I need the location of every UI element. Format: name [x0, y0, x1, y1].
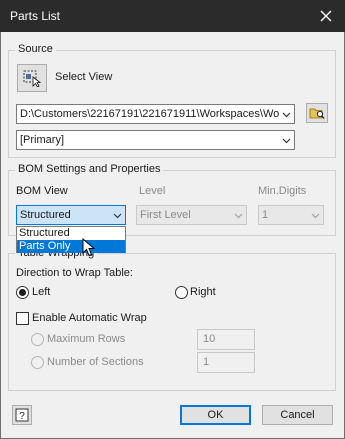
- browse-button[interactable]: [306, 103, 328, 123]
- source-group-label: Source: [15, 43, 56, 55]
- chevron-down-icon: [234, 213, 243, 219]
- wrap-right-radio[interactable]: [175, 286, 188, 299]
- cancel-button-label: Cancel: [280, 409, 315, 421]
- select-view-label: Select View: [55, 71, 113, 83]
- path-value: D:\Customers\22167191\221671911\Workspac…: [20, 108, 280, 120]
- level-value: First Level: [140, 209, 191, 221]
- ok-button-label: OK: [207, 409, 224, 421]
- select-view-button[interactable]: [17, 64, 47, 92]
- sections-radio[interactable]: [31, 356, 44, 369]
- chevron-down-icon: [311, 213, 320, 219]
- ok-button[interactable]: OK: [180, 405, 251, 425]
- bom-view-dropdown[interactable]: Structured: [16, 205, 126, 225]
- bom-view-option-parts-only[interactable]: Parts Only: [17, 240, 125, 253]
- sections-label: Number of Sections: [47, 356, 144, 368]
- title-bar: Parts List: [0, 0, 345, 32]
- window-title: Parts List: [10, 9, 61, 23]
- help-button[interactable]: ?: [12, 405, 32, 425]
- bom-settings-group-label: BOM Settings and Properties: [15, 163, 164, 175]
- select-view-icon: [23, 70, 42, 87]
- svg-text:?: ?: [19, 411, 25, 422]
- folder-browse-icon: [309, 108, 325, 119]
- wrap-right-label[interactable]: Right: [190, 286, 216, 298]
- max-rows-input[interactable]: 10: [197, 329, 255, 350]
- bom-view-option-structured[interactable]: Structured: [17, 227, 125, 240]
- mouse-pointer-icon: [82, 238, 96, 257]
- bom-view-label: BOM View: [16, 185, 68, 197]
- wrap-left-radio[interactable]: [16, 286, 29, 299]
- max-rows-radio[interactable]: [31, 333, 44, 346]
- level-label: Level: [139, 185, 166, 197]
- wrap-left-label[interactable]: Left: [32, 286, 50, 298]
- cancel-button[interactable]: Cancel: [262, 405, 333, 425]
- view-representation-dropdown[interactable]: [Primary]: [16, 130, 295, 150]
- min-digits-value: 1: [262, 209, 269, 221]
- chevron-down-icon: [282, 138, 291, 144]
- auto-wrap-label[interactable]: Enable Automatic Wrap: [32, 312, 147, 324]
- bom-view-dropdown-list: Structured Parts Only: [16, 226, 126, 253]
- max-rows-label: Maximum Rows: [47, 333, 126, 345]
- view-representation-value: [Primary]: [20, 134, 64, 146]
- auto-wrap-checkbox[interactable]: [16, 312, 29, 325]
- chevron-down-icon: [282, 112, 291, 118]
- help-icon: ?: [15, 408, 29, 422]
- min-digits-dropdown[interactable]: 1: [258, 205, 324, 225]
- wrap-direction-label: Direction to Wrap Table:: [16, 267, 133, 279]
- level-dropdown[interactable]: First Level: [136, 205, 247, 225]
- bom-view-value: Structured: [20, 209, 71, 221]
- path-dropdown[interactable]: D:\Customers\22167191\221671911\Workspac…: [16, 104, 295, 124]
- close-icon[interactable]: [315, 5, 337, 27]
- chevron-down-icon: [113, 213, 122, 219]
- sections-input[interactable]: 1: [197, 352, 255, 373]
- min-digits-label: Min.Digits: [258, 185, 307, 197]
